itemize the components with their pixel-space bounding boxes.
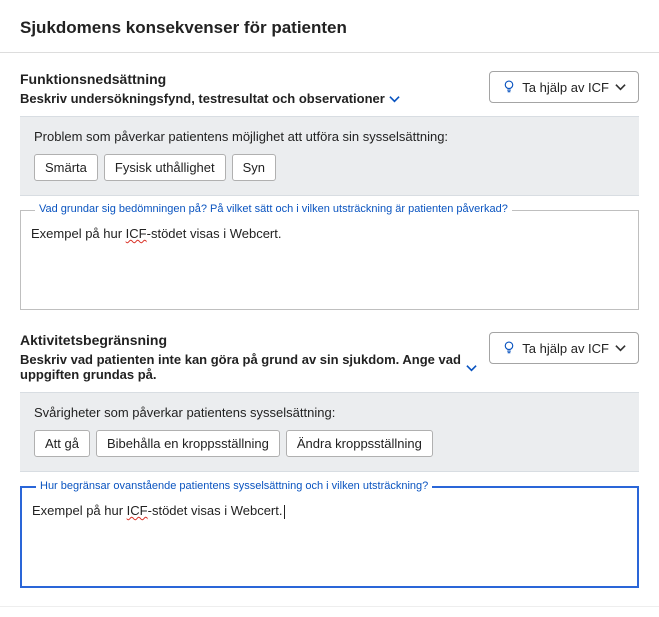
field-value: Exempel på hur ICF-stödet visas i Webcer… — [31, 225, 628, 243]
tag-item[interactable]: Att gå — [34, 430, 90, 457]
chevron-down-icon — [466, 361, 477, 374]
tag-item[interactable]: Fysisk uthållighet — [104, 154, 226, 181]
chevron-down-icon — [615, 344, 626, 352]
field-legend: Vad grundar sig bedömningen på? På vilke… — [35, 203, 512, 215]
field-value: Exempel på hur ICF-stödet visas i Webcer… — [32, 502, 627, 520]
text-caret — [284, 505, 285, 519]
assessment-textarea[interactable]: Vad grundar sig bedömningen på? På vilke… — [20, 210, 639, 310]
page-title: Sjukdomens konsekvenser för patienten — [20, 18, 639, 38]
tag-item[interactable]: Smärta — [34, 154, 98, 181]
limitation-textarea[interactable]: Hur begränsar ovanstående patientens sys… — [20, 486, 639, 588]
field-legend: Hur begränsar ovanstående patientens sys… — [36, 480, 432, 492]
tag-item[interactable]: Syn — [232, 154, 276, 181]
tag-item[interactable]: Bibehålla en kroppsställning — [96, 430, 280, 457]
tag-item[interactable]: Ändra kroppsställning — [286, 430, 433, 457]
tag-row: Smärta Fysisk uthållighet Syn — [34, 154, 625, 181]
icf-help-button[interactable]: Ta hjälp av ICF — [489, 71, 639, 103]
section-aktivitetsbegransning: Aktivitetsbegränsning Beskriv vad patien… — [20, 314, 639, 588]
difficulty-box-label: Svårigheter som påverkar patientens syss… — [34, 405, 625, 420]
section-funktionsnedsattning: Funktionsnedsättning Beskriv undersöknin… — [20, 53, 639, 310]
icf-button-label: Ta hjälp av ICF — [522, 342, 609, 355]
chevron-down-icon — [615, 83, 626, 91]
icf-help-button[interactable]: Ta hjälp av ICF — [489, 332, 639, 364]
section-title: Aktivitetsbegränsning — [20, 332, 477, 348]
section-subtitle-text: Beskriv vad patienten inte kan göra på g… — [20, 352, 462, 382]
page-header: Sjukdomens konsekvenser för patienten — [0, 0, 659, 53]
lightbulb-icon — [502, 340, 516, 356]
lightbulb-icon — [502, 79, 516, 95]
main-content: Funktionsnedsättning Beskriv undersöknin… — [0, 53, 659, 607]
section-subtitle-toggle[interactable]: Beskriv vad patienten inte kan göra på g… — [20, 352, 477, 382]
section-title: Funktionsnedsättning — [20, 71, 477, 87]
chevron-down-icon — [389, 92, 400, 105]
difficulty-box: Svårigheter som påverkar patientens syss… — [20, 392, 639, 472]
problem-box-label: Problem som påverkar patientens möjlighe… — [34, 129, 625, 144]
icf-button-label: Ta hjälp av ICF — [522, 81, 609, 94]
tag-row: Att gå Bibehålla en kroppsställning Ändr… — [34, 430, 625, 457]
section-subtitle-text: Beskriv undersökningsfynd, testresultat … — [20, 91, 385, 106]
problem-box: Problem som påverkar patientens möjlighe… — [20, 116, 639, 196]
section-subtitle-toggle[interactable]: Beskriv undersökningsfynd, testresultat … — [20, 91, 400, 106]
